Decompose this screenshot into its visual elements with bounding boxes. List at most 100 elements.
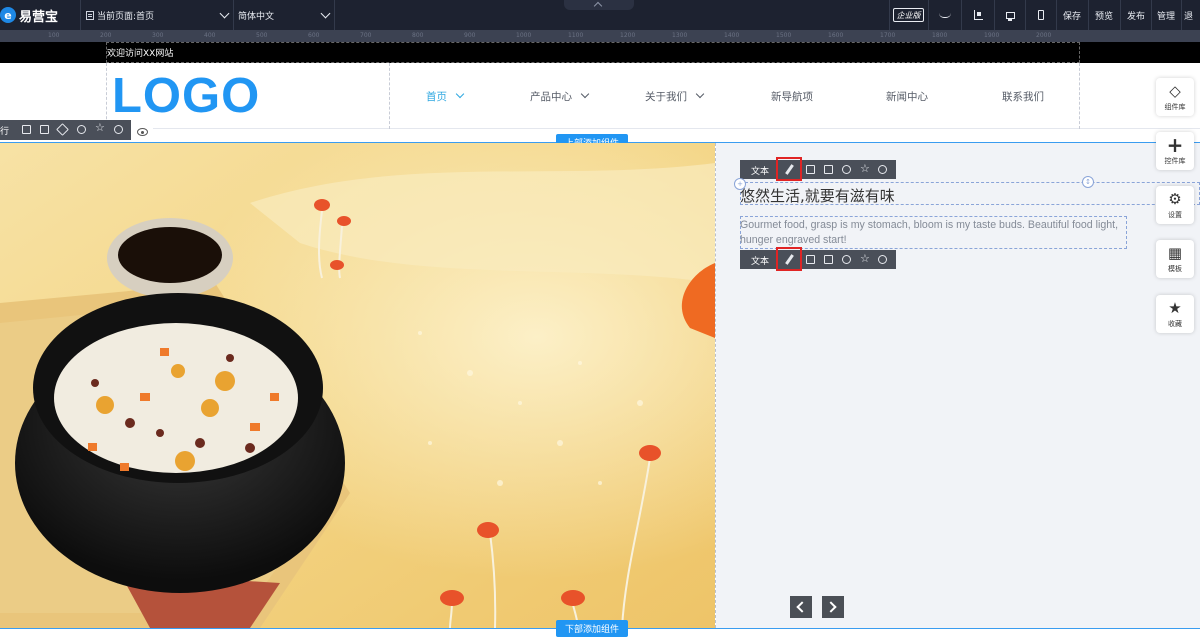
site-header: LOGO 首页 产品中心 关于我们 新导航项 新闻中心 联系我们: [0, 63, 1200, 129]
chevron-down-icon: [219, 8, 230, 19]
animation-icon[interactable]: [842, 255, 851, 264]
title-text-toolbar: 文本: [740, 157, 896, 181]
slide-prev-button[interactable]: [790, 596, 812, 618]
nav-item-label: 首页: [426, 90, 447, 103]
welcome-text[interactable]: 欢迎访问XX网站: [107, 46, 173, 59]
ruler-tick: 100: [48, 32, 60, 39]
nav-item-products[interactable]: 产品中心: [530, 63, 590, 129]
nav-item-label: 新闻中心: [886, 90, 928, 103]
page-selector-label: 当前页面:首页: [97, 11, 155, 22]
nav-item-news[interactable]: 新闻中心: [886, 63, 928, 129]
align-icon: [973, 10, 983, 20]
ruler-tick: 1900: [984, 32, 1000, 39]
chevron-down-icon: [320, 8, 331, 19]
animation-icon[interactable]: [77, 125, 86, 134]
brand[interactable]: e 易营宝: [0, 0, 80, 30]
favorites-button[interactable]: ★ 收藏: [1156, 295, 1194, 333]
language-selector-label: 简体中文: [238, 11, 275, 22]
ruler-tick: 1400: [724, 32, 740, 39]
wave-icon: [939, 13, 951, 18]
resize-handle-icon[interactable]: ↕: [1082, 176, 1094, 188]
content-description[interactable]: Gourmet food, grasp is my stomach, bloom…: [740, 218, 1128, 248]
eye-icon[interactable]: [878, 165, 887, 174]
nav-item-contact[interactable]: 联系我们: [1002, 63, 1044, 129]
horizontal-ruler: 100 200 300 400 500 600 700 800 900 1000 1100 1200 1…: [0, 30, 1200, 42]
chevron-right-icon: [825, 601, 837, 613]
ruler-tick: 1700: [880, 32, 896, 39]
star-icon[interactable]: ☆: [95, 121, 105, 134]
template-button[interactable]: ▦ 模板: [1156, 240, 1194, 278]
gears-icon: ⚙: [1168, 190, 1182, 208]
edit-style-icon[interactable]: [806, 255, 815, 264]
nav-item-label: 产品中心: [530, 90, 572, 103]
row-visibility-button[interactable]: [131, 124, 153, 141]
align-button[interactable]: [965, 0, 991, 30]
ruler-tick: 500: [256, 32, 268, 39]
chevron-left-icon: [796, 601, 808, 613]
exit-button[interactable]: 退: [1184, 0, 1200, 30]
side-tool-label: 组件库: [1164, 103, 1186, 111]
ruler-tick: 2000: [1036, 32, 1052, 39]
language-selector[interactable]: 简体中文: [238, 0, 333, 30]
editor-topbar: e 易营宝 当前页面:首页 简体中文 企业版 保存 预览 发布 管理 退: [0, 0, 1200, 30]
collapse-toolbar-tab[interactable]: [564, 0, 634, 11]
chevron-down-icon: [695, 89, 705, 99]
brand-logo-icon: e: [0, 7, 16, 23]
ruler-tick: 1000: [516, 32, 532, 39]
text-toolbar-label: 文本: [751, 257, 770, 267]
banner-image[interactable]: [0, 143, 715, 628]
mobile-view-button[interactable]: [1029, 0, 1053, 30]
ruler-tick: 1800: [932, 32, 948, 39]
ruler-tick: 400: [204, 32, 216, 39]
ruler-tick: 700: [360, 32, 372, 39]
visibility-icon[interactable]: [114, 125, 123, 134]
ruler-tick: 600: [308, 32, 320, 39]
nav-item-home[interactable]: 首页: [426, 63, 465, 129]
preview-button[interactable]: 预览: [1090, 0, 1118, 30]
enterprise-badge[interactable]: 企业版: [893, 8, 924, 22]
content-title[interactable]: 悠然生活,就要有滋有味: [740, 185, 895, 206]
nav-item-new[interactable]: 新导航项: [771, 63, 813, 129]
slide-next-button[interactable]: [822, 596, 844, 618]
ruler-tick: 900: [464, 32, 476, 39]
site-logo[interactable]: LOGO: [112, 68, 260, 124]
row-toolbar-label: 行: [0, 127, 10, 137]
control-library-button[interactable]: + 控件库: [1156, 132, 1194, 170]
star-icon[interactable]: [860, 252, 870, 265]
link-icon[interactable]: [824, 255, 833, 264]
add-component-bottom-button[interactable]: 下部添加组件: [556, 620, 628, 637]
page-selector[interactable]: 当前页面:首页: [86, 0, 232, 30]
component-library-button[interactable]: ◇ 组件库: [1156, 78, 1194, 116]
ruler-tick: 800: [412, 32, 424, 39]
welcome-strip: 欢迎访问XX网站: [0, 42, 1200, 63]
settings-button[interactable]: ⚙ 设置: [1156, 186, 1194, 224]
eye-icon[interactable]: [878, 255, 887, 264]
side-tool-label: 收藏: [1168, 320, 1182, 328]
edit-style-icon[interactable]: [22, 125, 31, 134]
ruler-tick: 1200: [620, 32, 636, 39]
nav-item-about[interactable]: 关于我们: [645, 63, 705, 129]
nav-item-label: 关于我们: [645, 90, 687, 103]
edit-style-icon[interactable]: [806, 165, 815, 174]
publish-button[interactable]: 发布: [1122, 0, 1150, 30]
monitor-icon: [1005, 11, 1015, 21]
star-icon[interactable]: [860, 162, 870, 175]
desktop-view-button[interactable]: [998, 0, 1022, 30]
ruler-tick: 1100: [568, 32, 584, 39]
banner-food-illustration: [0, 143, 715, 628]
side-tool-label: 控件库: [1164, 157, 1186, 165]
welcome-container[interactable]: [106, 42, 1080, 63]
link-icon[interactable]: [40, 125, 49, 134]
ruler-tick: 1500: [776, 32, 792, 39]
cube-icon: ◇: [1169, 82, 1181, 100]
manage-button[interactable]: 管理: [1153, 0, 1179, 30]
save-button[interactable]: 保存: [1058, 0, 1086, 30]
chevron-down-icon: [580, 89, 590, 99]
chevron-up-icon: [593, 1, 603, 11]
layers-icon[interactable]: [56, 123, 69, 136]
ruler-tick: 1600: [828, 32, 844, 39]
link-icon[interactable]: [824, 165, 833, 174]
animation-icon[interactable]: [842, 165, 851, 174]
theme-button[interactable]: [932, 0, 958, 30]
text-toolbar-label: 文本: [751, 167, 770, 177]
